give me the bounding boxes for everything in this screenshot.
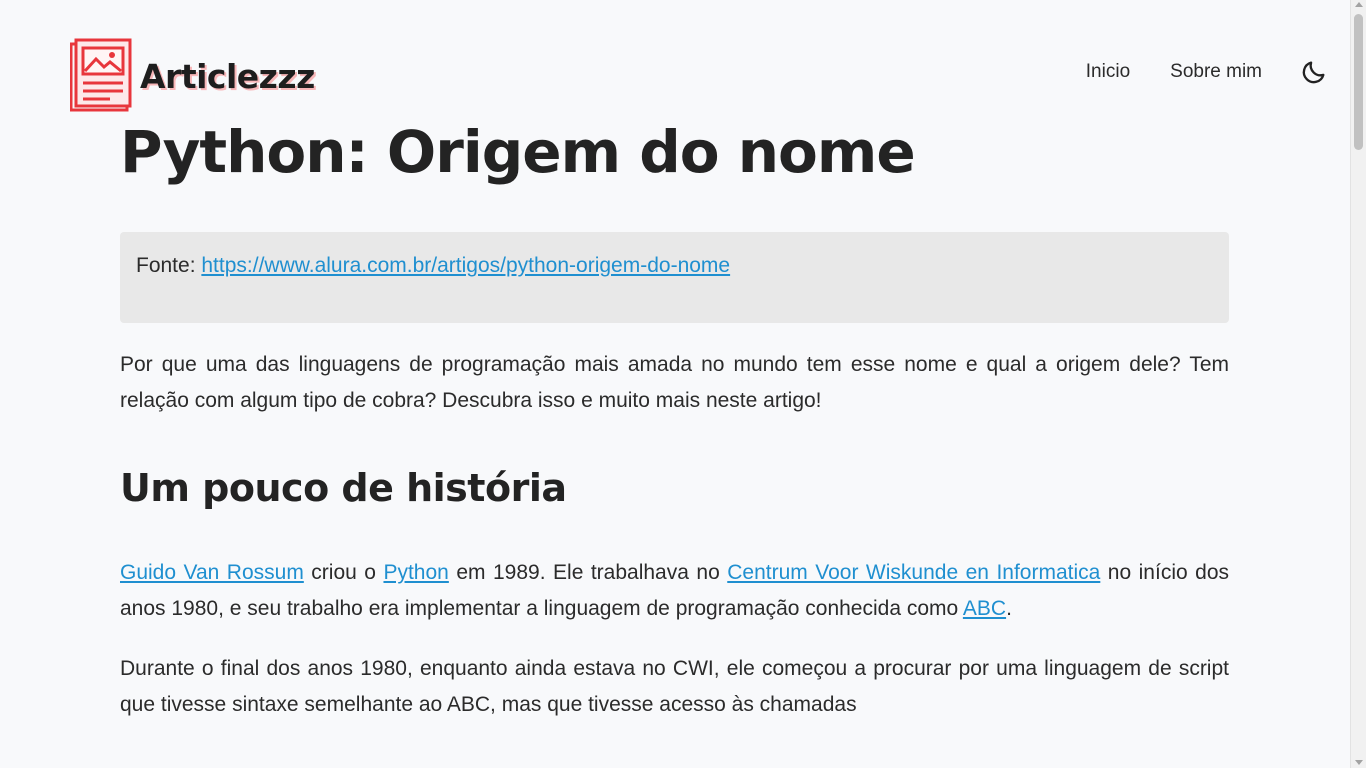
- text-segment: em 1989. Ele trabalhava no: [448, 561, 728, 584]
- scroll-down-arrow-icon[interactable]: [1355, 760, 1363, 765]
- vertical-scrollbar[interactable]: [1350, 0, 1366, 768]
- section-heading: Um pouco de história: [120, 466, 567, 510]
- link-abc[interactable]: ABC: [963, 597, 1006, 620]
- history-paragraph-1: Guido Van Rossum criou o Python em 1989.…: [120, 555, 1229, 627]
- logo-text: Articlezzz: [140, 56, 315, 96]
- source-label: Fonte:: [136, 254, 202, 277]
- article-logo-icon: [70, 38, 132, 112]
- main-nav: Inicio Sobre mim: [1046, 59, 1262, 85]
- page: Articlezzz Inicio Sobre mim Python: Orig…: [0, 0, 1350, 768]
- text-segment: .: [1006, 597, 1012, 620]
- moon-icon: [1302, 61, 1325, 84]
- site-logo[interactable]: Articlezzz: [70, 38, 315, 112]
- scroll-up-arrow-icon[interactable]: [1355, 2, 1363, 7]
- article: Python: Origem do nome Fonte: https://ww…: [120, 112, 1229, 723]
- link-python[interactable]: Python: [383, 561, 448, 584]
- history-paragraph-2: Durante o final dos anos 1980, enquanto …: [120, 657, 1229, 716]
- nav-link-inicio[interactable]: Inicio: [1086, 59, 1130, 85]
- text-segment: criou o: [303, 561, 384, 584]
- scrollbar-thumb[interactable]: [1354, 14, 1363, 150]
- intro-paragraph: Por que uma das linguagens de programaçã…: [120, 353, 1229, 412]
- article-title: Python: Origem do nome: [120, 118, 916, 186]
- theme-toggle-button[interactable]: [1300, 58, 1328, 86]
- link-cwi[interactable]: Centrum Voor Wiskunde en Informatica: [727, 561, 1100, 584]
- nav-link-sobre-mim[interactable]: Sobre mim: [1170, 59, 1262, 85]
- link-guido-van-rossum[interactable]: Guido Van Rossum: [120, 561, 304, 584]
- source-link[interactable]: https://www.alura.com.br/artigos/python-…: [201, 254, 730, 277]
- source-box: Fonte: https://www.alura.com.br/artigos/…: [120, 232, 1229, 323]
